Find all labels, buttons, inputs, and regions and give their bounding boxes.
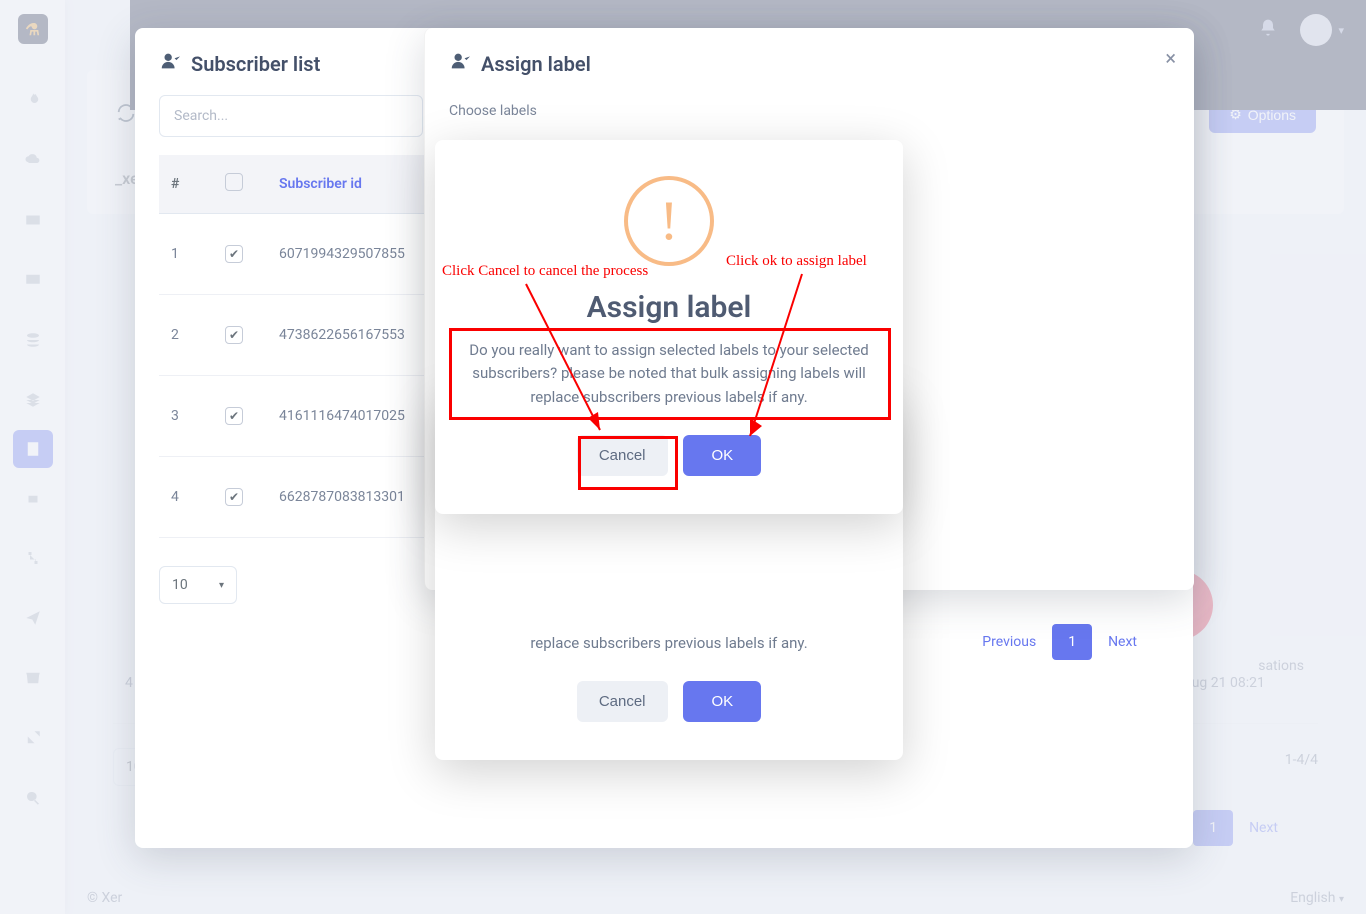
confirm-body-ghost: replace subscribers previous labels if a… <box>467 632 871 655</box>
row-subscriber-id: 4161116474017025 <box>279 408 405 424</box>
row-subscriber-id: 4738622656167553 <box>279 327 405 343</box>
row-checkbox[interactable]: ✔ <box>225 407 243 425</box>
row-subscriber-id: 6071994329507855 <box>279 246 405 262</box>
cancel-button[interactable]: Cancel <box>577 435 668 476</box>
user-tag-icon <box>449 50 471 77</box>
row-index: 4 <box>171 489 179 505</box>
user-check-icon <box>159 50 181 77</box>
row-index: 3 <box>171 408 179 424</box>
row-subscriber-id: 6628787083813301 <box>279 489 405 505</box>
ok-button-ghost[interactable]: OK <box>683 681 761 722</box>
close-icon[interactable]: × <box>1165 46 1176 70</box>
confirm-title: Assign label <box>467 290 871 325</box>
cancel-button-ghost[interactable]: Cancel <box>577 681 668 722</box>
pager-page-1[interactable]: 1 <box>1052 624 1092 660</box>
col-subscriber-id[interactable]: Subscriber id <box>279 176 362 192</box>
pager-prev[interactable]: Previous <box>966 624 1052 660</box>
choose-labels-label: Choose labels <box>449 103 1170 119</box>
per-page-select[interactable]: 10▾ <box>159 566 237 604</box>
select-all-checkbox[interactable] <box>225 173 243 191</box>
col-hash: # <box>171 176 179 192</box>
search-input[interactable]: Search... <box>159 95 423 137</box>
row-checkbox[interactable]: ✔ <box>225 326 243 344</box>
row-index: 2 <box>171 327 179 343</box>
row-index: 1 <box>171 246 179 262</box>
subscriber-list-title: Subscriber list <box>191 52 320 76</box>
confirm-dialog: ! Assign label Do you really want to ass… <box>435 140 903 514</box>
row-checkbox[interactable]: ✔ <box>225 488 243 506</box>
warning-icon: ! <box>624 176 714 266</box>
assign-label-title: Assign label <box>481 52 591 76</box>
chevron-down-icon: ▾ <box>219 580 224 591</box>
pager-next[interactable]: Next <box>1092 624 1153 660</box>
row-checkbox[interactable]: ✔ <box>225 245 243 263</box>
confirm-body: Do you really want to assign selected la… <box>467 339 871 409</box>
ok-button[interactable]: OK <box>683 435 761 476</box>
